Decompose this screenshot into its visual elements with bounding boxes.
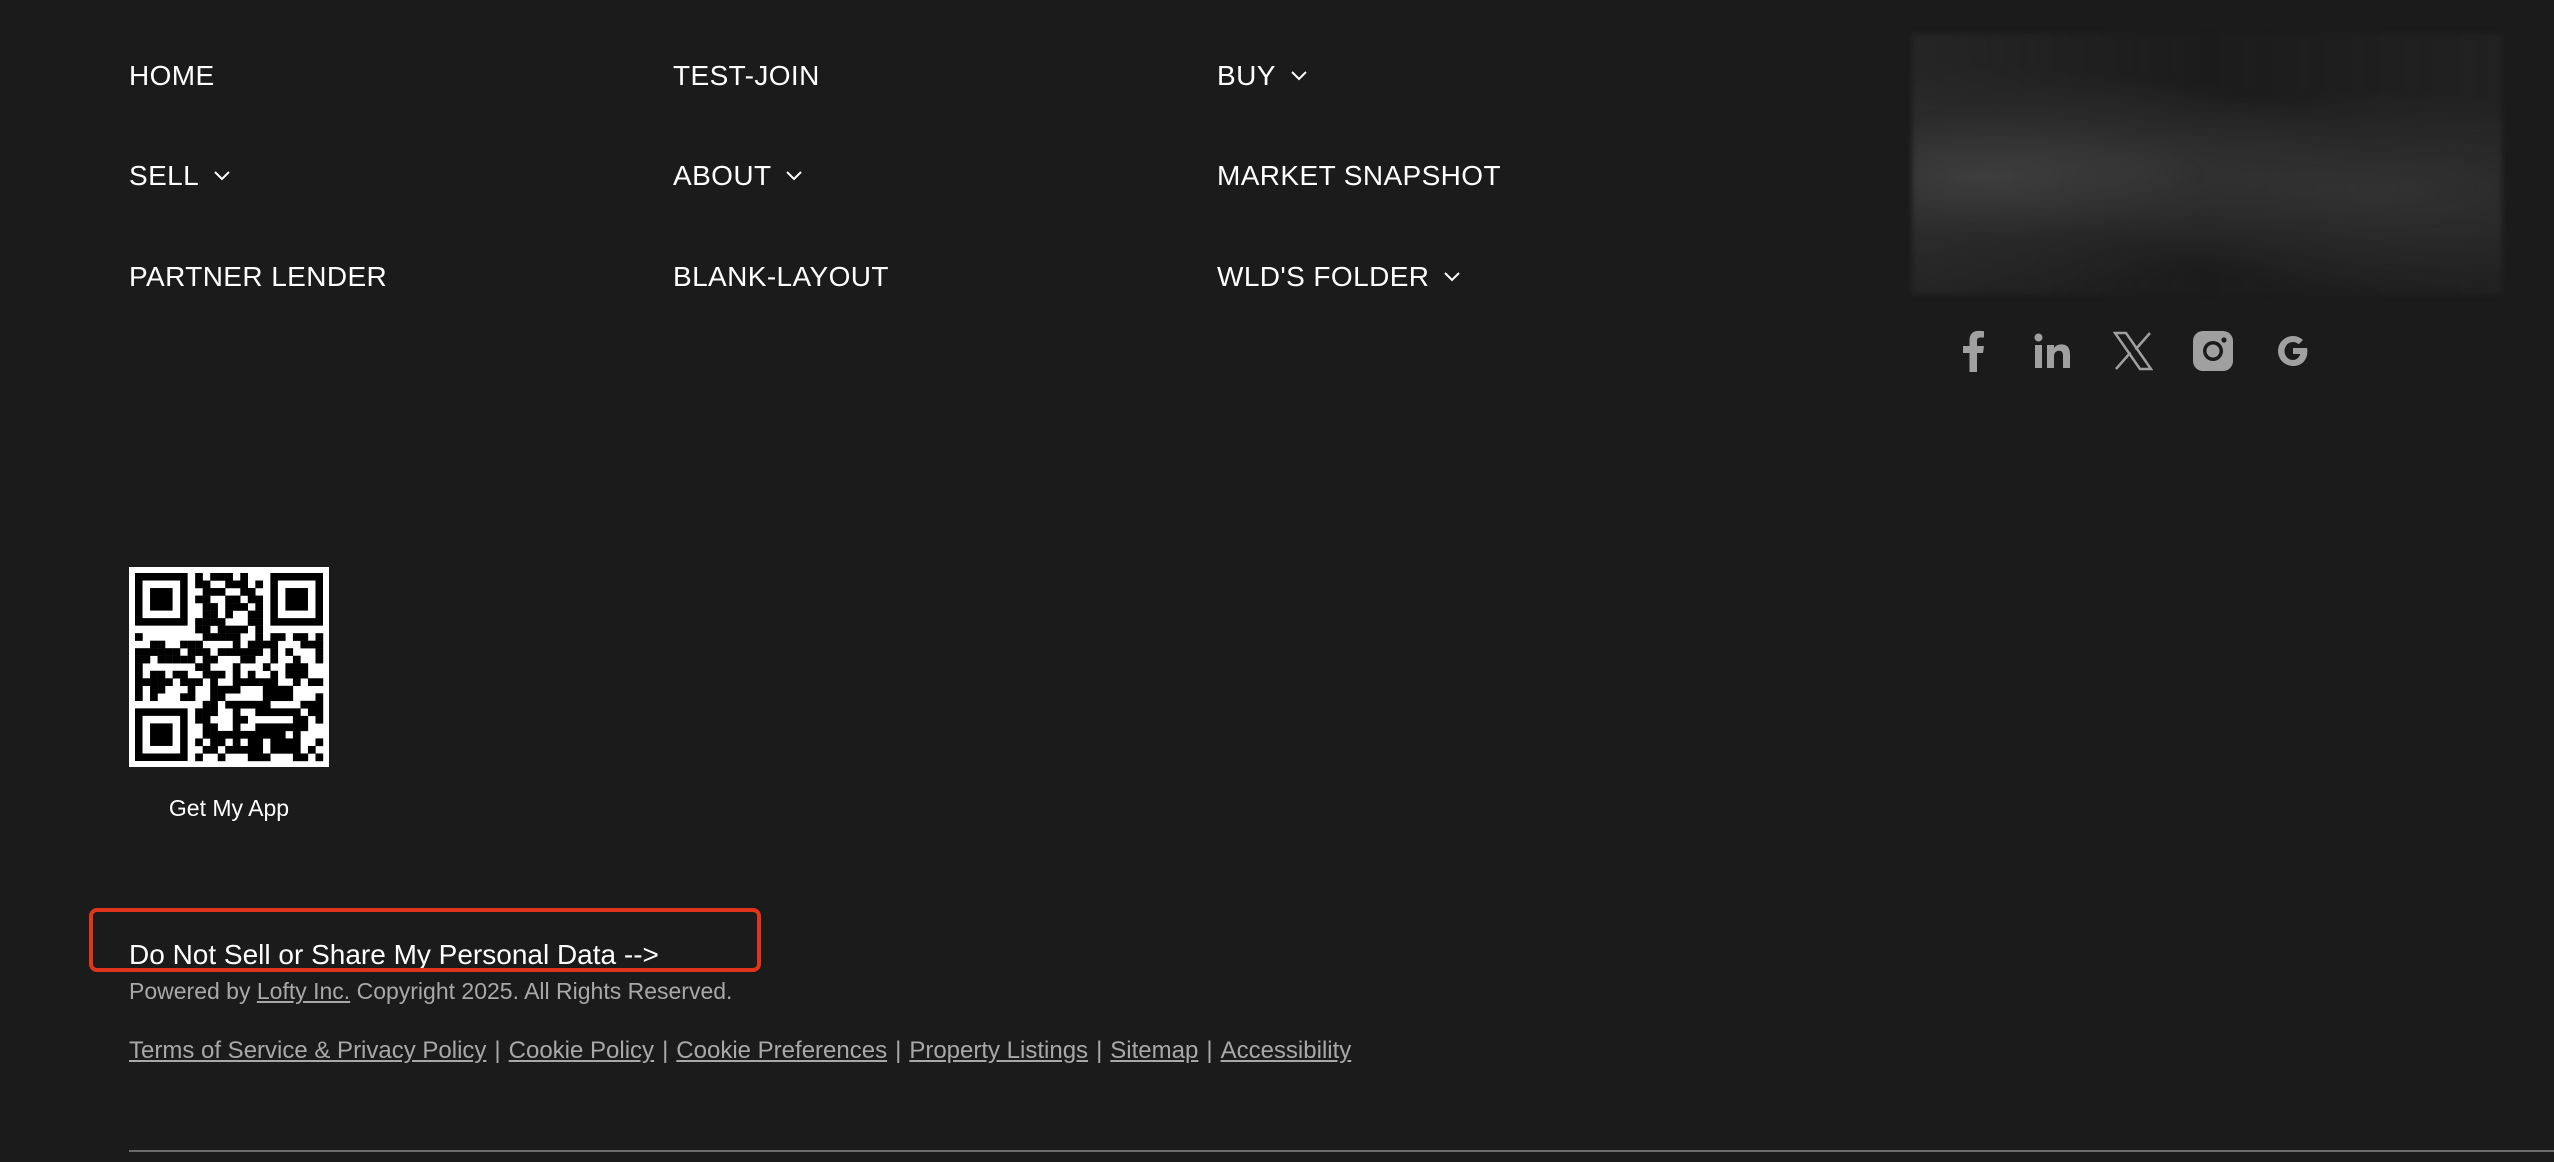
nav-wlds-folder[interactable]: WLD'S FOLDER <box>1217 263 1461 291</box>
nav-wlds-folder-label: WLD'S FOLDER <box>1217 261 1430 292</box>
separator: | <box>494 1037 501 1064</box>
app-qr-code[interactable] <box>129 567 329 767</box>
nav-blank-layout[interactable]: BLANK-LAYOUT <box>673 263 889 291</box>
nav-home-label: HOME <box>129 60 215 91</box>
lofty-link[interactable]: Lofty Inc. <box>257 978 350 1004</box>
cookie-preferences-link[interactable]: Cookie Preferences <box>676 1037 887 1064</box>
nav-buy-label: BUY <box>1217 60 1276 91</box>
nav-partner-lender-label: PARTNER LENDER <box>129 261 388 292</box>
footer-divider <box>129 1150 2554 1152</box>
facebook-icon[interactable] <box>1952 330 1994 372</box>
social-links <box>1952 330 2314 372</box>
powered-by-line: Powered by Lofty Inc. Copyright 2025. Al… <box>129 978 732 1005</box>
separator: | <box>1206 1037 1213 1064</box>
nav-home[interactable]: HOME <box>129 62 215 90</box>
nav-buy[interactable]: BUY <box>1217 62 1308 90</box>
nav-sell-label: SELL <box>129 160 200 191</box>
chevron-down-icon <box>785 170 803 182</box>
nav-about-label: ABOUT <box>673 160 772 191</box>
nav-blank-layout-label: BLANK-LAYOUT <box>673 261 889 292</box>
sitemap-link[interactable]: Sitemap <box>1110 1037 1198 1064</box>
separator: | <box>1096 1037 1103 1064</box>
chevron-down-icon <box>1443 271 1461 283</box>
terms-privacy-link[interactable]: Terms of Service & Privacy Policy <box>129 1037 486 1064</box>
brand-logo[interactable] <box>1912 34 2502 294</box>
nav-partner-lender[interactable]: PARTNER LENDER <box>129 263 387 291</box>
linkedin-icon[interactable] <box>2032 330 2074 372</box>
cookie-policy-link[interactable]: Cookie Policy <box>509 1037 654 1064</box>
powered-by-prefix: Powered by <box>129 978 251 1004</box>
app-qr-caption: Get My App <box>168 795 290 821</box>
do-not-sell-link[interactable]: Do Not Sell or Share My Personal Data --… <box>129 939 659 971</box>
nav-market-snapshot[interactable]: MARKET SNAPSHOT <box>1217 162 1501 190</box>
chevron-down-icon <box>1290 70 1308 82</box>
legal-links: Terms of Service & Privacy Policy | Cookie… <box>129 1037 1351 1065</box>
site-footer: HOME SELL PARTNER LENDER TEST-JOIN ABOUT… <box>0 0 2554 1162</box>
accessibility-link[interactable]: Accessibility <box>1221 1037 1352 1064</box>
nav-market-snapshot-label: MARKET SNAPSHOT <box>1217 160 1501 191</box>
separator: | <box>662 1037 669 1064</box>
separator: | <box>895 1037 902 1064</box>
nav-test-join[interactable]: TEST-JOIN <box>673 62 820 90</box>
chevron-down-icon <box>213 170 231 182</box>
nav-about[interactable]: ABOUT <box>673 162 803 190</box>
google-icon[interactable] <box>2272 330 2314 372</box>
copyright-text: Copyright 2025. All Rights Reserved. <box>356 978 733 1004</box>
x-twitter-icon[interactable] <box>2112 330 2154 372</box>
property-listings-link[interactable]: Property Listings <box>909 1037 1088 1064</box>
nav-test-join-label: TEST-JOIN <box>673 60 820 91</box>
instagram-icon[interactable] <box>2192 330 2234 372</box>
nav-sell[interactable]: SELL <box>129 162 231 190</box>
